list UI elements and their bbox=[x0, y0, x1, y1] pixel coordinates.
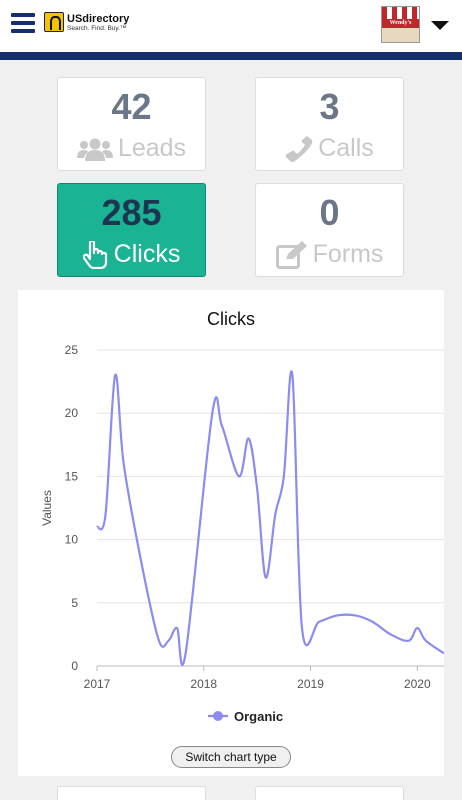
stat-label: Forms bbox=[312, 240, 384, 268]
stat-label: Leads bbox=[117, 134, 187, 162]
logo-brand: USdirectory bbox=[67, 13, 130, 25]
business-avatar[interactable]: Wendy's bbox=[381, 6, 420, 43]
avatar-sign: Wendy's bbox=[382, 19, 419, 28]
hand-pointer-icon bbox=[82, 240, 107, 269]
logo-tagline: Search. Find. Buy.™ bbox=[67, 25, 127, 32]
switch-chart-type-button[interactable]: Switch chart type bbox=[171, 746, 291, 768]
y-tick-label: 20 bbox=[65, 406, 79, 420]
stat-card-partial bbox=[57, 786, 206, 800]
x-tick-label: 2018 bbox=[190, 677, 217, 691]
logo-mark-icon bbox=[44, 12, 64, 32]
line-chart: 0 5 10 15 20 25 2017 2018 2019 2020 Values Organic bbox=[40, 343, 444, 724]
series-line-organic bbox=[95, 370, 444, 666]
x-tick-label: 2020 bbox=[404, 677, 431, 691]
phone-icon bbox=[285, 135, 313, 162]
menu-icon[interactable] bbox=[11, 13, 35, 37]
account-dropdown-icon[interactable] bbox=[431, 21, 449, 30]
stat-card-partial bbox=[255, 786, 404, 800]
legend-label: Organic bbox=[234, 709, 283, 724]
stat-label: Calls bbox=[318, 134, 374, 162]
stat-label: Clicks bbox=[113, 240, 181, 268]
stat-card-clicks[interactable]: 285 Clicks bbox=[57, 183, 206, 277]
stat-value: 42 bbox=[111, 86, 152, 127]
stat-card-calls[interactable]: 3 Calls bbox=[255, 77, 404, 171]
x-tick-label: 2019 bbox=[297, 677, 324, 691]
stat-value: 3 bbox=[319, 86, 340, 127]
y-tick-label: 0 bbox=[71, 659, 78, 673]
edit-icon bbox=[275, 240, 307, 269]
users-icon bbox=[76, 138, 113, 161]
y-tick-label: 10 bbox=[65, 533, 79, 547]
header-accent-bar bbox=[0, 52, 462, 60]
y-axis-label: Values bbox=[40, 490, 54, 526]
y-tick-label: 5 bbox=[71, 596, 78, 610]
chart-card: Clicks 0 5 10 15 20 25 2017 2018 2019 2020 Values O… bbox=[18, 290, 444, 776]
stat-value: 285 bbox=[101, 192, 162, 233]
legend-marker bbox=[213, 711, 223, 721]
stat-value: 0 bbox=[319, 192, 340, 233]
x-tick-label: 2017 bbox=[84, 677, 111, 691]
stat-card-forms[interactable]: 0 Forms bbox=[255, 183, 404, 277]
stat-card-leads[interactable]: 42 Leads bbox=[57, 77, 206, 171]
y-tick-label: 25 bbox=[65, 343, 79, 357]
app-header: USdirectory Search. Find. Buy.™ Wendy's bbox=[0, 0, 462, 52]
y-tick-label: 15 bbox=[65, 469, 79, 483]
